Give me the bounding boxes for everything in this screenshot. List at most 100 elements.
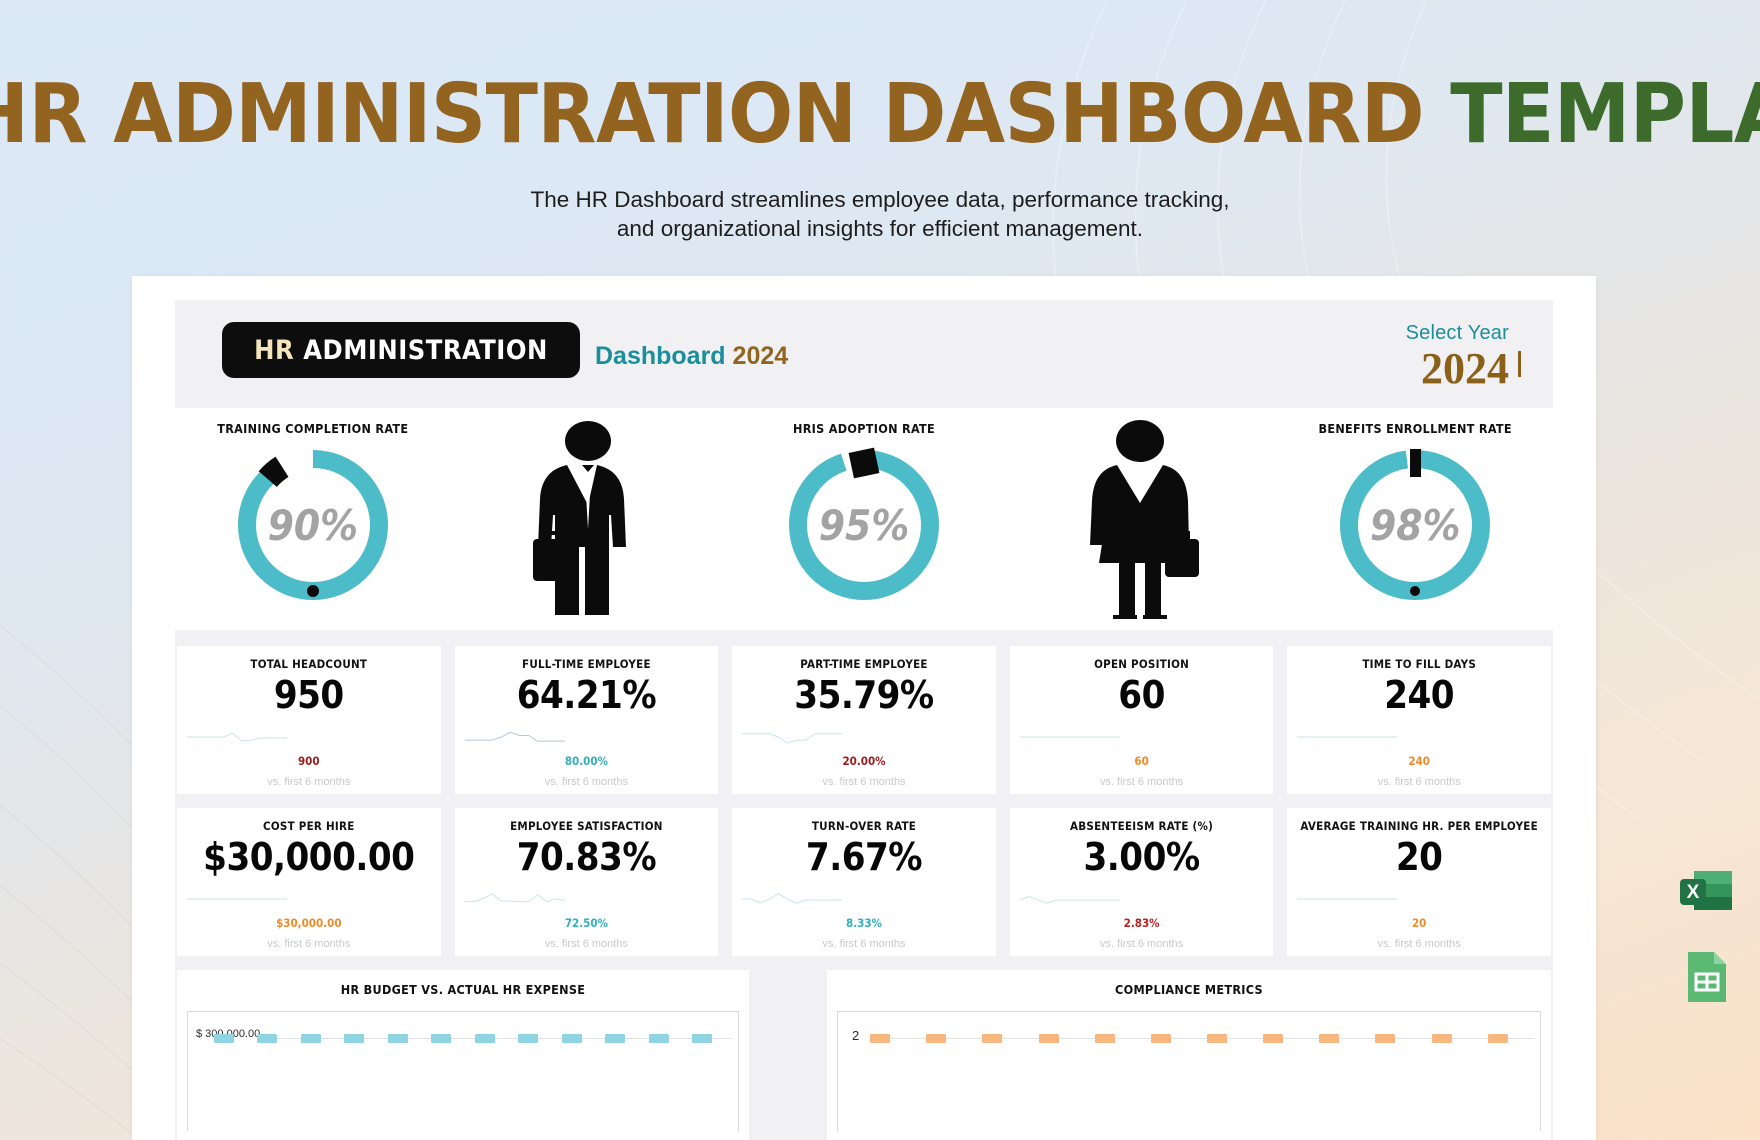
kpi-value: 3.00% xyxy=(1083,835,1201,879)
kpi-title: PART-TIME EMPLOYEE xyxy=(800,657,928,671)
export-icons: X xyxy=(1676,862,1738,1008)
kpi-row-1: TOTAL HEADCOUNT 950 900 vs. first 6 mont… xyxy=(175,646,1553,794)
google-sheets-export-icon[interactable] xyxy=(1676,946,1738,1008)
chart-bar xyxy=(257,1034,278,1043)
kpi-delta: 20.00% xyxy=(842,754,886,768)
kpi-row-2: COST PER HIRE $30,000.00 $30,000.00 vs. … xyxy=(175,808,1553,956)
kpi-sparkline xyxy=(187,732,287,742)
chart-bar xyxy=(982,1034,1003,1043)
kpi-note: vs. first 6 months xyxy=(1100,776,1184,788)
chart-bar xyxy=(387,1034,408,1043)
kpi-note: vs. first 6 months xyxy=(822,776,906,788)
dashboard-word: Dashboard xyxy=(595,342,726,370)
kpi-delta: 8.33% xyxy=(846,916,882,930)
chart-bar xyxy=(1375,1034,1396,1043)
select-year-label: Select Year xyxy=(1405,322,1509,344)
excel-letter: X xyxy=(1687,882,1700,903)
kpi-sparkline xyxy=(742,733,843,744)
kpi-note: vs. first 6 months xyxy=(544,776,628,788)
kpi-value: 35.79% xyxy=(794,673,934,717)
kpi-title: TOTAL HEADCOUNT xyxy=(250,657,368,671)
kpi-delta: $30,000.00 xyxy=(276,916,342,930)
gauge-title: BENEFITS ENROLLMENT RATE xyxy=(1318,421,1512,436)
chart-bar xyxy=(213,1034,234,1043)
businesswoman-icon xyxy=(1002,408,1278,630)
chart-bar xyxy=(344,1034,365,1043)
dashboard-panel: HR ADMINISTRATION Dashboard 2024 Select … xyxy=(175,300,1553,1140)
rate-gauges-row: TRAINING COMPLETION RATE 90% HRIS ADOPTI… xyxy=(175,408,1553,630)
donut-chart: 95% xyxy=(779,440,949,610)
chart-title: COMPLIANCE METRICS xyxy=(1115,982,1263,997)
chart-bar xyxy=(1150,1034,1171,1043)
kpi-sparkline xyxy=(1297,736,1398,738)
businesswoman-silhouette xyxy=(1089,420,1199,619)
kpi-title: ABSENTEEISM RATE (%) xyxy=(1070,819,1214,833)
chart-card-hr-budget-vs-actual: HR BUDGET VS. ACTUAL HR EXPENSE $ 300,00… xyxy=(177,970,749,1140)
kpi-card-average-training-hours[interactable]: AVERAGE TRAINING HR. PER EMPLOYEE 20 20 … xyxy=(1287,808,1551,956)
kpi-note: vs. first 6 months xyxy=(1377,938,1461,950)
chart-bar xyxy=(1207,1034,1228,1043)
kpi-sparkline xyxy=(1019,895,1120,904)
kpi-card-absenteeism-rate[interactable]: ABSENTEEISM RATE (%) 3.00% 2.83% vs. fir… xyxy=(1009,808,1274,956)
dashboard-year: 2024 xyxy=(732,342,789,370)
chart-bar xyxy=(431,1034,452,1043)
kpi-value: $30,000.00 xyxy=(203,835,415,879)
kpi-delta: 900 xyxy=(297,754,320,768)
chart-plot-area: $ 300,000.00 xyxy=(187,1011,739,1131)
kpi-card-cost-per-hire[interactable]: COST PER HIRE $30,000.00 $30,000.00 vs. … xyxy=(177,808,441,956)
kpi-card-time-to-fill-days[interactable]: TIME TO FILL DAYS 240 240 vs. first 6 mo… xyxy=(1287,646,1551,794)
year-selector[interactable]: Select Year 2024 xyxy=(1405,322,1521,391)
kpi-value: 7.67% xyxy=(805,835,923,879)
kpi-card-part-time-employee[interactable]: PART-TIME EMPLOYEE 35.79% 20.00% vs. fir… xyxy=(732,646,996,794)
chart-bar xyxy=(1431,1034,1452,1043)
kpi-card-full-time-employee[interactable]: FULL-TIME EMPLOYEE 64.21% 80.00% vs. fir… xyxy=(454,646,719,794)
dashboard-header: HR ADMINISTRATION Dashboard 2024 Select … xyxy=(175,300,1553,408)
chart-bar xyxy=(648,1034,669,1043)
chart-bar xyxy=(561,1034,582,1043)
page-header: HR ADMINISTRATION DASHBOARD TEMPLATE The… xyxy=(0,0,1760,244)
chart-bar xyxy=(1094,1034,1115,1043)
donut-chart: 98% xyxy=(1330,440,1500,610)
kpi-delta: 72.50% xyxy=(564,916,608,930)
kpi-value: 240 xyxy=(1384,673,1455,717)
selected-year-value[interactable]: 2024 xyxy=(1421,347,1521,391)
chart-bar xyxy=(474,1034,495,1043)
kpi-card-turn-over-rate[interactable]: TURN-OVER RATE 7.67% 8.33% vs. first 6 m… xyxy=(732,808,996,956)
chart-bar xyxy=(605,1034,626,1043)
kpi-title: TIME TO FILL DAYS xyxy=(1362,657,1477,671)
kpi-note: vs. first 6 months xyxy=(544,938,628,950)
chart-bars-compliance xyxy=(838,1034,1540,1043)
kpi-card-total-headcount[interactable]: TOTAL HEADCOUNT 950 900 vs. first 6 mont… xyxy=(177,646,441,794)
gauge-value: 98% xyxy=(1369,500,1461,550)
gauge-value: 90% xyxy=(267,500,359,550)
kpi-title: FULL-TIME EMPLOYEE xyxy=(522,657,651,671)
chart-bar xyxy=(1038,1034,1059,1043)
kpi-note: vs. first 6 months xyxy=(1100,938,1184,950)
chart-bar xyxy=(1487,1034,1508,1043)
excel-export-icon[interactable]: X xyxy=(1676,862,1738,924)
chart-bar xyxy=(692,1034,713,1043)
gauge-value: 95% xyxy=(818,500,910,550)
page-title-part2: TEMPLATE xyxy=(1450,67,1760,162)
gauge-training-completion-rate: TRAINING COMPLETION RATE 90% xyxy=(175,408,451,630)
donut-chart: 90% xyxy=(228,440,398,610)
kpi-value: 20 xyxy=(1395,835,1443,879)
kpi-note: vs. first 6 months xyxy=(267,938,351,950)
page-subtitle-line1: The HR Dashboard streamlines employee da… xyxy=(530,187,1230,212)
gauge-benefits-enrollment-rate: BENEFITS ENROLLMENT RATE 98% xyxy=(1277,408,1553,630)
page-title-part1: HR ADMINISTRATION DASHBOARD xyxy=(0,67,1425,162)
kpi-note: vs. first 6 months xyxy=(267,776,351,788)
kpi-value: 950 xyxy=(273,673,344,717)
businessman-icon xyxy=(451,408,727,630)
kpi-card-open-position[interactable]: OPEN POSITION 60 60 vs. first 6 months xyxy=(1009,646,1274,794)
kpi-card-employee-satisfaction[interactable]: EMPLOYEE SATISFACTION 70.83% 72.50% vs. … xyxy=(454,808,719,956)
page-subtitle-line2: and organizational insights for efficien… xyxy=(616,215,1144,241)
chart-bar xyxy=(518,1034,539,1043)
chart-plot-area: 2 xyxy=(837,1011,1541,1131)
chart-bar xyxy=(870,1034,891,1043)
kpi-sparkline xyxy=(1019,736,1120,738)
dashboard-subtitle: Dashboard 2024 xyxy=(595,342,788,371)
kpi-title: AVERAGE TRAINING HR. PER EMPLOYEE xyxy=(1300,819,1538,833)
page-subtitle: The HR Dashboard streamlines employee da… xyxy=(0,186,1760,244)
businessman-silhouette xyxy=(533,421,627,615)
